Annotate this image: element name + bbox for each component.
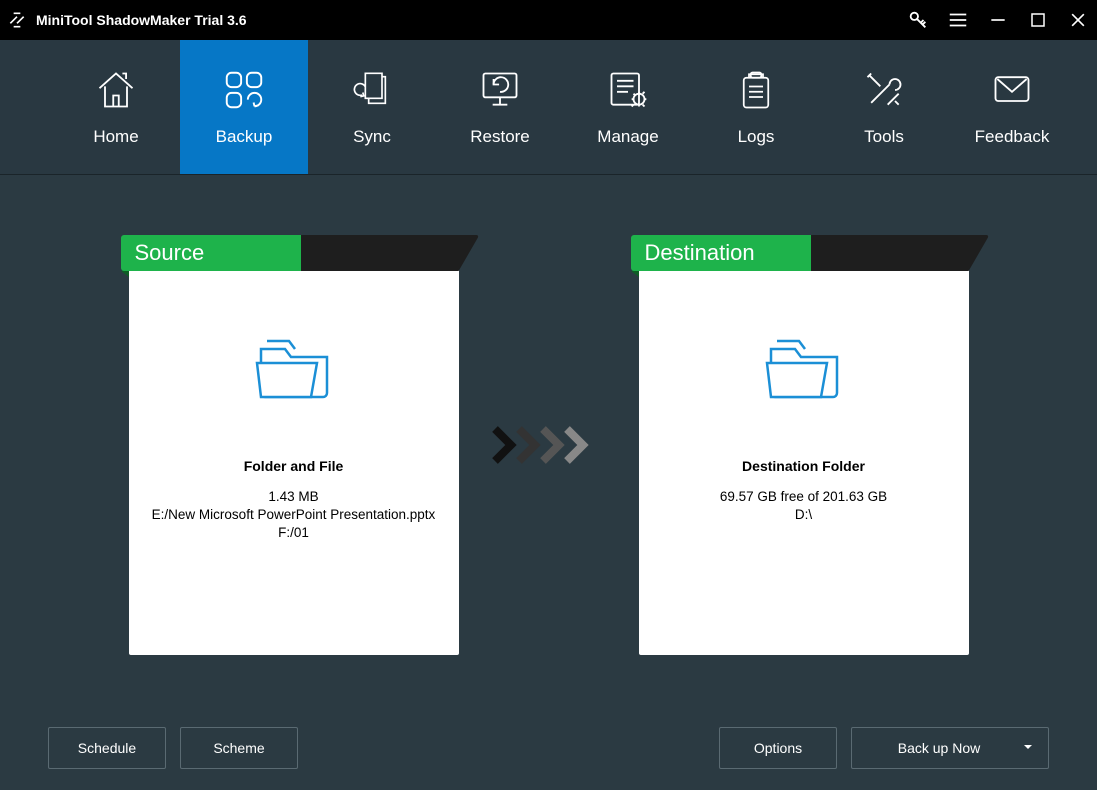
nav-label: Home	[93, 127, 138, 147]
backup-now-button[interactable]: Back up Now	[851, 727, 1049, 769]
folder-icon	[654, 331, 954, 403]
nav-restore[interactable]: Restore	[436, 40, 564, 174]
maximize-icon[interactable]	[1027, 9, 1049, 31]
source-path-2: F:/01	[144, 524, 444, 542]
tools-icon	[861, 67, 907, 113]
nav-backup[interactable]: Backup	[180, 40, 308, 174]
nav-label: Tools	[864, 127, 904, 147]
destination-card[interactable]: Destination Destination Folder 69.57 GB …	[639, 235, 969, 655]
footer-bar: Schedule Scheme Options Back up Now	[0, 705, 1097, 790]
nav-manage[interactable]: Manage	[564, 40, 692, 174]
title-bar: MiniTool ShadowMaker Trial 3.6	[0, 0, 1097, 40]
backup-now-label: Back up Now	[898, 740, 980, 756]
key-icon[interactable]	[907, 9, 929, 31]
window-controls	[907, 9, 1089, 31]
nav-label: Backup	[216, 127, 273, 147]
nav-label: Restore	[470, 127, 530, 147]
backup-icon	[221, 67, 267, 113]
source-card[interactable]: Source Folder and File 1.43 MB E:/New Mi…	[129, 235, 459, 655]
arrows-icon	[459, 235, 639, 655]
source-title: Folder and File	[144, 458, 444, 474]
nav-label: Feedback	[975, 127, 1050, 147]
manage-icon	[605, 67, 651, 113]
nav-label: Manage	[597, 127, 658, 147]
options-button[interactable]: Options	[719, 727, 837, 769]
source-header-label: Source	[121, 235, 301, 271]
app-logo-icon	[6, 9, 28, 31]
app-title: MiniTool ShadowMaker Trial 3.6	[36, 12, 247, 28]
caret-down-icon	[1022, 740, 1034, 756]
nav-home[interactable]: Home	[52, 40, 180, 174]
source-size: 1.43 MB	[144, 488, 444, 506]
schedule-button[interactable]: Schedule	[48, 727, 166, 769]
destination-header: Destination	[639, 235, 969, 271]
menu-icon[interactable]	[947, 9, 969, 31]
source-path-1: E:/New Microsoft PowerPoint Presentation…	[144, 506, 444, 524]
scheme-button[interactable]: Scheme	[180, 727, 298, 769]
destination-free: 69.57 GB free of 201.63 GB	[654, 488, 954, 506]
nav-label: Logs	[738, 127, 775, 147]
main-content: Source Folder and File 1.43 MB E:/New Mi…	[0, 175, 1097, 705]
nav-logs[interactable]: Logs	[692, 40, 820, 174]
nav-bar: Home Backup Sync Restore Manage Logs T	[0, 40, 1097, 175]
destination-path: D:\	[654, 506, 954, 524]
restore-icon	[477, 67, 523, 113]
folder-icon	[144, 331, 444, 403]
minimize-icon[interactable]	[987, 9, 1009, 31]
feedback-icon	[989, 67, 1035, 113]
home-icon	[93, 67, 139, 113]
sync-icon	[349, 67, 395, 113]
nav-feedback[interactable]: Feedback	[948, 40, 1076, 174]
nav-tools[interactable]: Tools	[820, 40, 948, 174]
nav-sync[interactable]: Sync	[308, 40, 436, 174]
logs-icon	[733, 67, 779, 113]
nav-label: Sync	[353, 127, 391, 147]
close-icon[interactable]	[1067, 9, 1089, 31]
destination-title: Destination Folder	[654, 458, 954, 474]
destination-header-label: Destination	[631, 235, 811, 271]
source-header: Source	[129, 235, 459, 271]
